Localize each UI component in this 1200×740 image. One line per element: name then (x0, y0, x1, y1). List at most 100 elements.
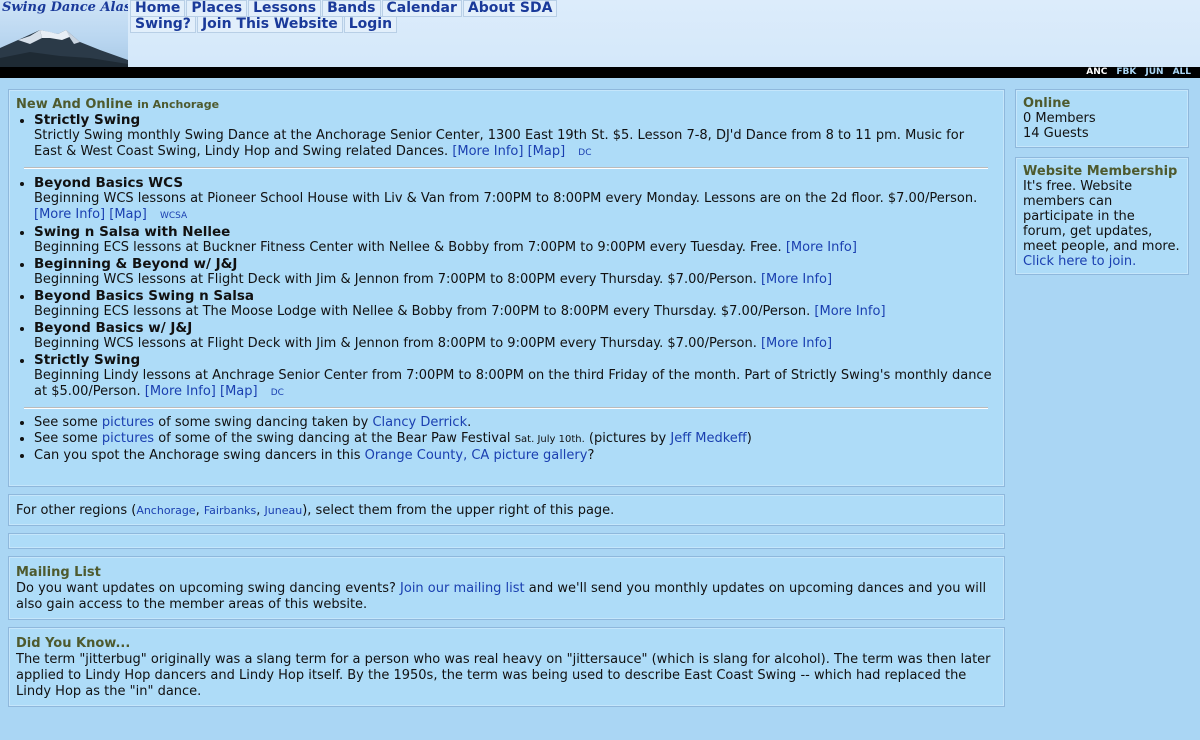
site-header: Swing Dance Alaska Home Places Lessons B… (0, 0, 1200, 67)
new-online-subtitle: in Anchorage (137, 98, 220, 111)
join-link[interactable]: Click here to join. (1023, 254, 1136, 269)
region-link-fairbanks[interactable]: Fairbanks (204, 504, 256, 517)
list-item: See some pictures of some swing dancing … (34, 415, 996, 431)
event-desc: Beginning WCS lessons at Pioneer School … (34, 191, 978, 206)
more-info-link[interactable]: [More Info] (761, 272, 832, 287)
divider (24, 407, 988, 409)
more-info-link[interactable]: [More Info] (786, 240, 857, 255)
membership-title: Website Membership (1023, 164, 1178, 179)
author-link[interactable]: Clancy Derrick (372, 415, 467, 430)
nav-lessons[interactable]: Lessons (248, 0, 322, 17)
event-title: Swing n Salsa with Nellee (34, 224, 231, 240)
event-desc: Beginning ECS lessons at The Moose Lodge… (34, 304, 811, 319)
nav-swing[interactable]: Swing? (130, 16, 196, 33)
more-info-link[interactable]: [More Info] (814, 304, 885, 319)
event-title: Beyond Basics w/ J&J (34, 320, 193, 336)
text: ) (746, 431, 752, 446)
region-all[interactable]: ALL (1173, 67, 1191, 78)
divider (24, 167, 988, 169)
online-title: Online (1023, 96, 1071, 111)
nav-calendar[interactable]: Calendar (381, 0, 462, 17)
new-online-title: New And Online (16, 97, 133, 112)
list-item: Swing n Salsa with Nellee Beginning ECS … (34, 224, 996, 256)
panel-title: New And Online in Anchorage (16, 97, 996, 112)
nav-places[interactable]: Places (186, 0, 248, 17)
list-item: Beginning & Beyond w/ J&J Beginning WCS … (34, 256, 996, 288)
author-link[interactable]: Jeff Medkeff (670, 431, 746, 446)
nav-login[interactable]: Login (343, 16, 398, 33)
did-you-know-title: Did You Know... (16, 636, 131, 651)
region-link-anchorage[interactable]: Anchorage (136, 504, 195, 517)
new-online-panel: New And Online in Anchorage Strictly Swi… (8, 89, 1005, 487)
nav-home[interactable]: Home (130, 0, 186, 17)
mailing-title: Mailing List (16, 565, 101, 580)
logo-text: Swing Dance Alaska (2, 0, 128, 15)
tag-link[interactable]: DC (271, 388, 284, 398)
mailing-list-link[interactable]: Join our mailing list (400, 581, 525, 596)
event-desc: Beginning WCS lessons at Flight Deck wit… (34, 336, 757, 351)
pictures-list: See some pictures of some swing dancing … (16, 415, 996, 464)
members-count: 0 Members (1023, 111, 1096, 126)
text: (pictures by (584, 431, 671, 446)
text: of some swing dancing taken by (154, 415, 373, 430)
region-link-juneau[interactable]: Juneau (265, 504, 303, 517)
region-bar: ANC FBK JUN ALL (0, 67, 1200, 78)
text: of some of the swing dancing at the Bear… (154, 431, 515, 446)
online-panel: Online 0 Members 14 Guests (1015, 89, 1189, 148)
other-regions-panel: For other regions (Anchorage, Fairbanks,… (8, 494, 1005, 526)
map-link[interactable]: [Map] (528, 144, 566, 159)
event-desc: Beginning WCS lessons at Flight Deck wit… (34, 272, 757, 287)
featured-list: Strictly Swing Strictly Swing monthly Sw… (16, 112, 996, 161)
list-item: Beyond Basics Swing n Salsa Beginning EC… (34, 288, 996, 320)
lessons-list: Beyond Basics WCS Beginning WCS lessons … (16, 175, 996, 401)
text: . (467, 415, 472, 430)
tag-link[interactable]: WCSA (160, 211, 187, 221)
pictures-link[interactable]: pictures (102, 415, 154, 430)
region-anc[interactable]: ANC (1086, 67, 1107, 78)
nav-about[interactable]: About SDA (462, 0, 558, 17)
guests-count: 14 Guests (1023, 126, 1089, 141)
text: Can you spot the Anchorage swing dancers… (34, 448, 365, 463)
nav-bands[interactable]: Bands (322, 0, 381, 17)
map-link[interactable]: [Map] (220, 384, 258, 399)
list-item: Beyond Basics w/ J&J Beginning WCS lesso… (34, 320, 996, 352)
map-link[interactable]: [Map] (109, 207, 147, 222)
text: For other regions ( (16, 503, 137, 518)
region-fbk[interactable]: FBK (1116, 67, 1136, 78)
list-item: Strictly Swing Strictly Swing monthly Sw… (34, 112, 996, 161)
did-you-know-panel: Did You Know... The term "jitterbug" ori… (8, 627, 1005, 707)
empty-panel (8, 533, 1005, 549)
event-desc: Beginning ECS lessons at Buckner Fitness… (34, 240, 782, 255)
event-title: Beyond Basics WCS (34, 175, 184, 191)
did-you-know-text: The term "jitterbug" originally was a sl… (16, 652, 991, 699)
text: Do you want updates on upcoming swing da… (16, 581, 401, 596)
list-item: See some pictures of some of the swing d… (34, 431, 996, 448)
tag-link[interactable]: DC (578, 148, 591, 158)
mailing-panel: Mailing List Do you want updates on upco… (8, 556, 1005, 620)
text: ), select them from the upper right of t… (302, 503, 615, 518)
event-title: Strictly Swing (34, 112, 141, 128)
membership-panel: Website Membership It's free. Website me… (1015, 157, 1189, 275)
event-date: Sat. July 10th. (514, 434, 585, 445)
main-nav-row1: Home Places Lessons Bands Calendar About… (130, 0, 558, 17)
text: ? (587, 448, 595, 463)
text: See some (34, 415, 102, 430)
pictures-link[interactable]: pictures (102, 431, 154, 446)
event-title: Beyond Basics Swing n Salsa (34, 288, 255, 304)
more-info-link[interactable]: [More Info] (452, 144, 523, 159)
event-title: Strictly Swing (34, 352, 141, 368)
list-item: Can you spot the Anchorage swing dancers… (34, 448, 996, 464)
more-info-link[interactable]: [More Info] (34, 207, 105, 222)
gallery-link[interactable]: Orange County, CA picture gallery (365, 448, 588, 463)
more-info-link[interactable]: [More Info] (145, 384, 216, 399)
nav-join[interactable]: Join This Website (196, 16, 343, 33)
membership-text: It's free. Website members can participa… (1023, 179, 1180, 254)
region-jun[interactable]: JUN (1145, 67, 1163, 78)
list-item: Strictly Swing Beginning Lindy lessons a… (34, 352, 996, 401)
list-item: Beyond Basics WCS Beginning WCS lessons … (34, 175, 996, 224)
site-logo[interactable]: Swing Dance Alaska (0, 0, 128, 67)
event-title: Beginning & Beyond w/ J&J (34, 256, 238, 272)
text: See some (34, 431, 102, 446)
main-nav-row2: Swing? Join This Website Login (130, 16, 398, 33)
more-info-link[interactable]: [More Info] (761, 336, 832, 351)
